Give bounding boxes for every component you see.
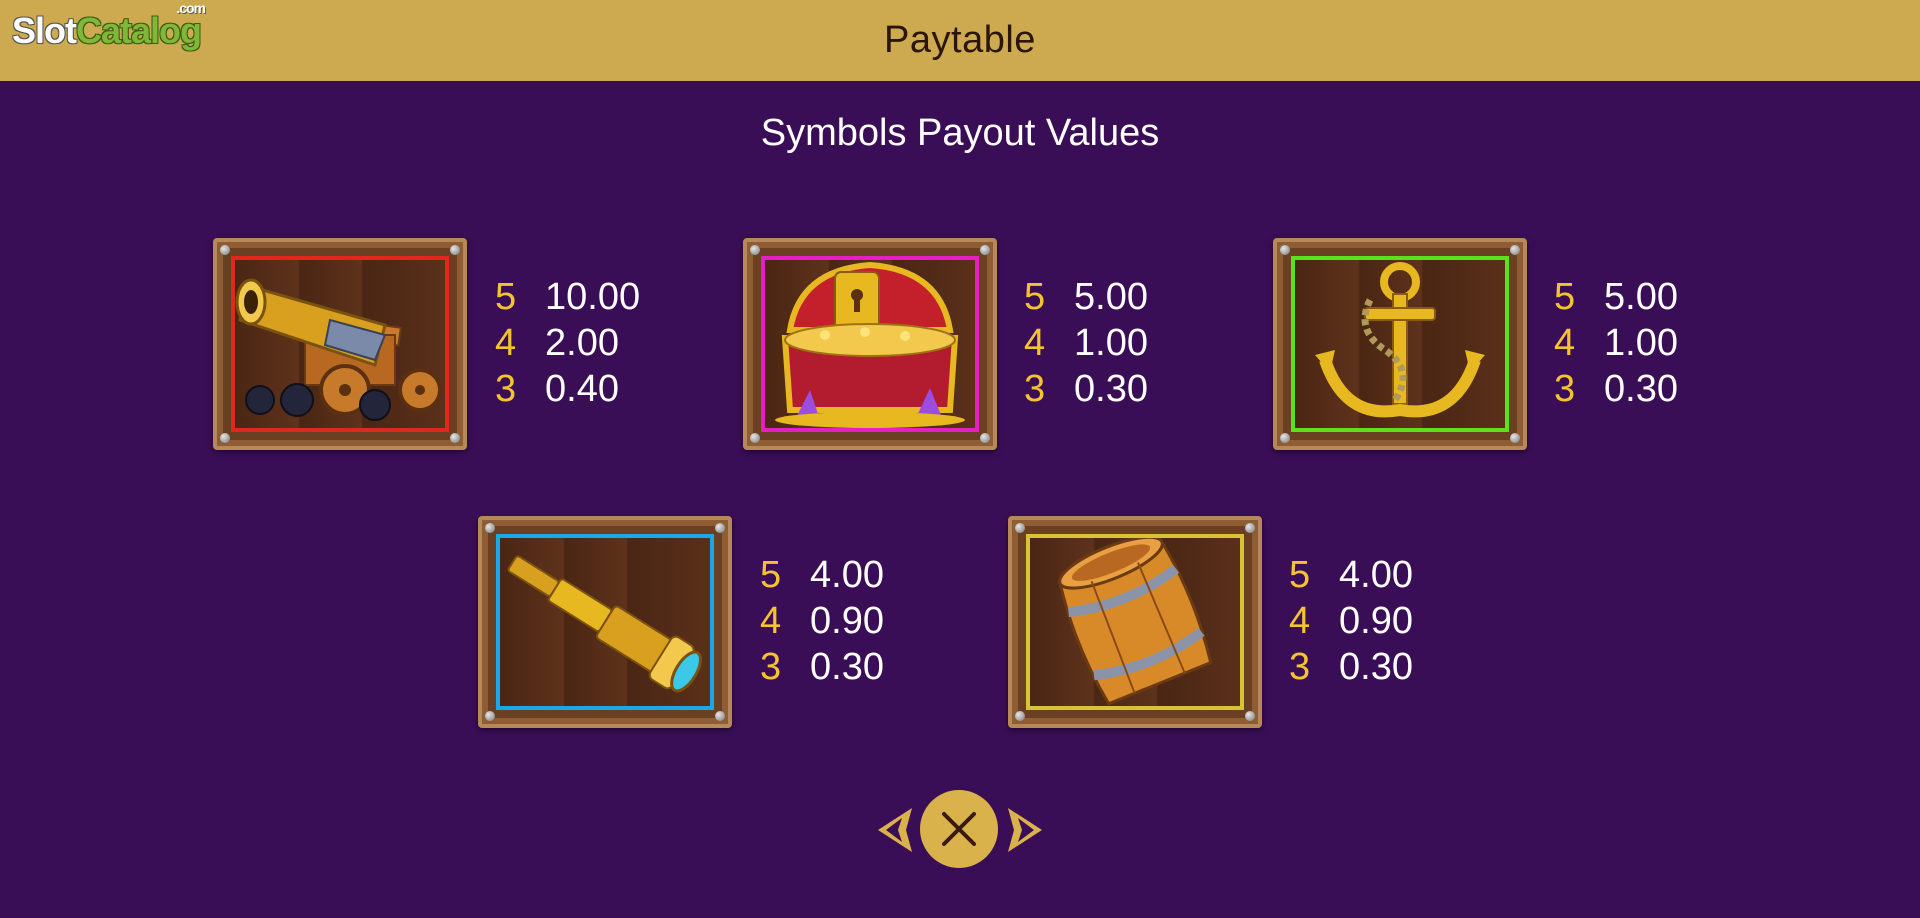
anchor-icon xyxy=(1291,256,1509,432)
logo-com-text: .com xyxy=(176,0,206,16)
payout-list-anchor: 5 5.00 4 1.00 3 0.30 xyxy=(1554,274,1678,412)
payout-value: 4.00 xyxy=(810,554,884,596)
payout-value: 0.90 xyxy=(1339,600,1413,642)
payout-count: 3 xyxy=(1554,368,1576,410)
payout-value: 0.90 xyxy=(810,600,884,642)
payout-value: 2.00 xyxy=(545,322,619,364)
payout-row: 4 0.90 xyxy=(1289,598,1413,644)
symbol-card-cannon xyxy=(213,238,467,450)
payout-value: 5.00 xyxy=(1604,276,1678,318)
barrel-icon xyxy=(1026,534,1244,710)
chevron-left-icon xyxy=(878,808,912,852)
payout-row: 4 1.00 xyxy=(1024,320,1148,366)
payout-list-cannon: 5 10.00 4 2.00 3 0.40 xyxy=(495,274,640,412)
paytable-navigation xyxy=(0,790,1920,870)
payout-row: 5 4.00 xyxy=(760,552,884,598)
payout-value: 0.30 xyxy=(810,646,884,688)
payout-count: 5 xyxy=(760,554,782,596)
payout-count: 5 xyxy=(1024,276,1046,318)
symbol-card-barrel xyxy=(1008,516,1262,728)
payout-row: 3 0.30 xyxy=(1024,366,1148,412)
payout-list-treasure-chest: 5 5.00 4 1.00 3 0.30 xyxy=(1024,274,1148,412)
payout-count: 3 xyxy=(1289,646,1311,688)
payout-value: 0.40 xyxy=(545,368,619,410)
next-page-button[interactable] xyxy=(1006,806,1044,854)
payout-value: 0.30 xyxy=(1339,646,1413,688)
payout-row: 5 4.00 xyxy=(1289,552,1413,598)
close-button[interactable] xyxy=(920,790,998,868)
spyglass-icon xyxy=(496,534,714,710)
payout-list-spyglass: 5 4.00 4 0.90 3 0.30 xyxy=(760,552,884,690)
payout-count: 3 xyxy=(760,646,782,688)
payout-count: 4 xyxy=(495,322,517,364)
prev-page-button[interactable] xyxy=(876,806,914,854)
section-title: Symbols Payout Values xyxy=(760,112,1160,154)
payout-count: 4 xyxy=(760,600,782,642)
payout-row: 4 2.00 xyxy=(495,320,640,366)
treasure-chest-icon xyxy=(761,256,979,432)
symbol-card-spyglass xyxy=(478,516,732,728)
slotcatalog-logo: SlotCatalog .com xyxy=(12,0,206,60)
page-title: Paytable xyxy=(884,19,1036,61)
payout-row: 4 0.90 xyxy=(760,598,884,644)
chevron-right-icon xyxy=(1008,808,1042,852)
cannon-icon xyxy=(231,256,449,432)
payout-count: 5 xyxy=(1289,554,1311,596)
payout-row: 4 1.00 xyxy=(1554,320,1678,366)
symbol-card-anchor xyxy=(1273,238,1527,450)
payout-row: 3 0.30 xyxy=(1554,366,1678,412)
payout-row: 5 5.00 xyxy=(1554,274,1678,320)
payout-row: 3 0.40 xyxy=(495,366,640,412)
payout-value: 5.00 xyxy=(1074,276,1148,318)
payout-count: 5 xyxy=(1554,276,1576,318)
logo-slot-text: Slot xyxy=(12,10,77,51)
payout-list-barrel: 5 4.00 4 0.90 3 0.30 xyxy=(1289,552,1413,690)
payout-value: 0.30 xyxy=(1604,368,1678,410)
payout-row: 5 5.00 xyxy=(1024,274,1148,320)
payout-value: 10.00 xyxy=(545,276,641,318)
payout-count: 4 xyxy=(1554,322,1576,364)
payout-value: 1.00 xyxy=(1604,322,1678,364)
payout-count: 3 xyxy=(1024,368,1046,410)
close-icon xyxy=(942,812,976,846)
payout-count: 5 xyxy=(495,276,517,318)
payout-count: 3 xyxy=(495,368,517,410)
payout-row: 5 10.00 xyxy=(495,274,640,320)
logo-catalog-text: Catalog xyxy=(76,10,202,51)
payout-value: 1.00 xyxy=(1074,322,1148,364)
payout-row: 3 0.30 xyxy=(760,644,884,690)
payout-count: 4 xyxy=(1024,322,1046,364)
payout-value: 0.30 xyxy=(1074,368,1148,410)
payout-value: 4.00 xyxy=(1339,554,1413,596)
payout-row: 3 0.30 xyxy=(1289,644,1413,690)
symbol-card-treasure-chest xyxy=(743,238,997,450)
header-bar: SlotCatalog .com Paytable xyxy=(0,0,1920,81)
payout-count: 4 xyxy=(1289,600,1311,642)
